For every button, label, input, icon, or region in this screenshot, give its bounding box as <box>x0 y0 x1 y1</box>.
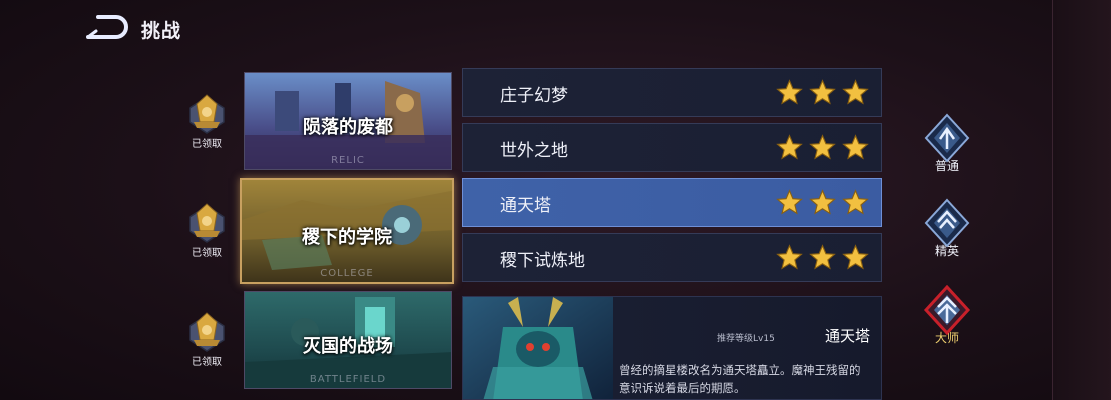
level-stars <box>776 134 869 161</box>
recommended-level: 推荐等级Lv15 <box>717 334 775 344</box>
level-name: 通天塔 <box>500 196 551 216</box>
chapter-card-college[interactable]: 稷下的学院 COLLEGE <box>240 178 454 284</box>
page-title: 挑战 <box>141 20 182 42</box>
level-row[interactable]: 庄子幻梦 <box>462 68 882 117</box>
difficulty-emblem-icon <box>924 113 970 163</box>
reward-medal-icon <box>189 94 225 134</box>
reward-medal-icon <box>189 203 225 243</box>
star-icon <box>842 189 869 215</box>
chapter-subtitle: COLLEGE <box>320 268 374 279</box>
reward-claimed-label: 已领取 <box>192 357 222 368</box>
level-row-selected[interactable]: 通天塔 <box>462 178 882 227</box>
star-icon <box>842 79 869 105</box>
chapter-subtitle: BATTLEFIELD <box>309 374 387 385</box>
difficulty-label: 精英 <box>934 244 959 258</box>
boss-portrait <box>463 297 613 399</box>
level-name: 稷下试炼地 <box>500 251 585 271</box>
chapter-name: 灭国的战场 <box>303 336 393 358</box>
level-detail-panel: 推荐等级Lv15 通天塔 曾经的摘星楼改名为通天塔矗立。魔神王残留的意识诉说着最… <box>462 296 882 400</box>
level-name: 庄子幻梦 <box>500 86 568 106</box>
reward-badge[interactable]: 已领取 <box>182 201 232 265</box>
reward-claimed-label: 已领取 <box>192 248 222 259</box>
difficulty-emblem-icon <box>924 198 970 248</box>
star-icon <box>842 244 869 270</box>
star-icon <box>776 134 803 160</box>
level-name: 世外之地 <box>500 141 568 161</box>
star-icon <box>776 79 803 105</box>
difficulty-master[interactable]: 大师 <box>919 285 975 347</box>
star-icon <box>809 189 836 215</box>
difficulty-normal[interactable]: 普通 <box>919 113 975 175</box>
level-stars <box>776 79 869 106</box>
level-stars <box>776 244 869 271</box>
star-icon <box>809 79 836 105</box>
chapter-card-relic[interactable]: 陨落的废都 RELIC <box>244 72 452 170</box>
chapter-card-battlefield[interactable]: 灭国的战场 BATTLEFIELD <box>244 291 452 389</box>
chapter-subtitle: RELIC <box>331 155 365 166</box>
chapter-name: 陨落的废都 <box>303 117 393 139</box>
reward-medal-icon <box>189 312 225 352</box>
star-icon <box>776 189 803 215</box>
back-button[interactable] <box>84 12 130 42</box>
reward-badge[interactable]: 已领取 <box>182 310 232 374</box>
detail-level-name: 通天塔 <box>825 327 871 345</box>
difficulty-emblem-icon <box>923 285 971 335</box>
star-icon <box>776 244 803 270</box>
back-arrow-icon <box>86 15 128 39</box>
level-row[interactable]: 稷下试炼地 <box>462 233 882 282</box>
chapter-name: 稷下的学院 <box>302 227 392 249</box>
right-edge-panel <box>1052 0 1111 400</box>
level-description: 曾经的摘星楼改名为通天塔矗立。魔神王残留的意识诉说着最后的期愿。 <box>619 363 861 395</box>
reward-claimed-label: 已领取 <box>192 139 222 150</box>
level-stars <box>776 189 869 216</box>
difficulty-label: 大师 <box>934 331 959 345</box>
star-icon <box>809 244 836 270</box>
difficulty-label: 普通 <box>934 159 959 173</box>
level-row[interactable]: 世外之地 <box>462 123 882 172</box>
star-icon <box>809 134 836 160</box>
reward-badge[interactable]: 已领取 <box>182 92 232 156</box>
star-icon <box>842 134 869 160</box>
difficulty-elite[interactable]: 精英 <box>919 198 975 260</box>
